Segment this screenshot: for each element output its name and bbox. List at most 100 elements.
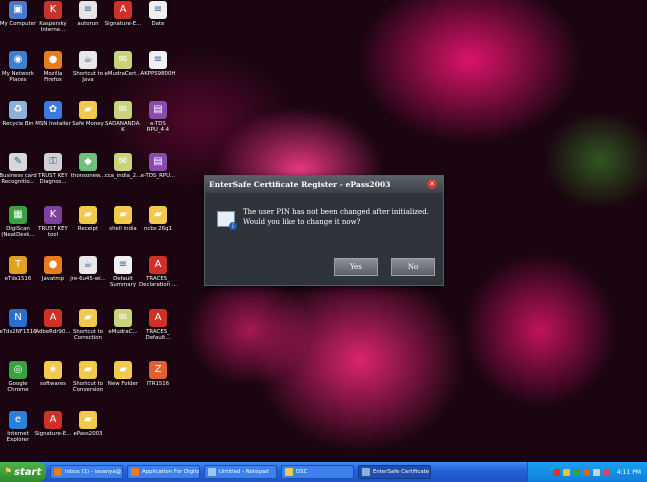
desktop-icon[interactable]: ▰ shell india	[105, 206, 141, 232]
shield-tray-icon[interactable]	[562, 468, 570, 476]
desktop-icon-label: Kaspersky Interne...	[39, 21, 67, 34]
desktop-icon[interactable]: ▦ DigiScan (NeatDesk...	[0, 206, 36, 239]
desktop-icon[interactable]: ♻ Recycle Bin	[0, 101, 36, 127]
certificate-icon: ✉	[114, 309, 132, 327]
windows-flag-icon: ⚑	[4, 467, 13, 477]
taskbar-button[interactable]: DSC	[281, 465, 354, 479]
desktop-icon[interactable]: ☕ Shortcut to Java	[70, 51, 106, 84]
taskbar-button-label: DSC	[296, 469, 308, 475]
desktop-icon[interactable]: ✉ SADANANDA.K	[105, 101, 141, 134]
desktop-icon[interactable]: ≡ Date	[140, 1, 176, 27]
desktop-icon-label: Javatmp	[41, 276, 65, 282]
tds-icon: T	[9, 256, 27, 274]
firefox-icon	[131, 468, 139, 476]
desktop-icon-label: e-TDS_RPU...	[140, 173, 176, 179]
desktop-icon[interactable]: K Kaspersky Interne...	[35, 1, 71, 34]
network-tray-icon[interactable]	[572, 468, 580, 476]
file-icon: ≡	[79, 1, 97, 19]
desktop-icon[interactable]: ★ softwares	[35, 361, 71, 387]
recycle-bin-icon: ♻	[9, 101, 27, 119]
desktop-icon-label: Google Chrome	[7, 381, 29, 394]
taskbar-button[interactable]: EnterSafe Certificate ...	[358, 465, 431, 479]
desktop-icon-label: eTds1516	[4, 276, 32, 282]
desktop-icon[interactable]: e Internet Explorer	[0, 411, 36, 444]
desktop-icon[interactable]: ≡ AKPPS9800H	[140, 51, 176, 77]
desktop-icon[interactable]: ▰ ePass2003	[70, 411, 106, 437]
desktop-icon[interactable]: ☕ jre-6u45-wi...	[70, 256, 106, 282]
desktop-icon[interactable]: ▰ Shortcut to Conversion	[70, 361, 106, 394]
desktop-icon-label: Shortcut to Correction	[72, 329, 104, 342]
desktop-icon[interactable]: ✉ eMudraC...	[105, 309, 141, 335]
pdf-icon: A	[149, 256, 167, 274]
update-tray-icon[interactable]	[582, 468, 590, 476]
desktop-icon[interactable]: ● Mozilla Firefox	[35, 51, 71, 84]
start-button[interactable]: ⚑ start	[0, 462, 46, 482]
desktop-icon[interactable]: ▤ e-TDS_RPU...	[140, 153, 176, 179]
desktop-icon[interactable]: TeTds1516	[0, 256, 36, 282]
desktop-icon[interactable]: NeTds2NF1516	[0, 309, 37, 335]
close-icon[interactable]: ✕	[427, 179, 437, 189]
adobe-reader-icon: A	[44, 309, 62, 327]
dialog-message: The user PIN has not been changed after …	[243, 208, 429, 226]
desktop-icon[interactable]: ✉ eMudraCert...	[105, 51, 141, 77]
desktop-icon[interactable]: ▰ Shortcut to Correction	[70, 309, 106, 342]
gem-icon: ◆	[79, 153, 97, 171]
certificate-icon: ✉	[114, 51, 132, 69]
firefox-icon: ●	[44, 51, 62, 69]
desktop-icon[interactable]: ✎ Business card Recognitio...	[0, 153, 37, 186]
desktop-icon[interactable]: A TRACES_ Declaration ...	[139, 256, 177, 289]
desktop-icon[interactable]: K TRUST KEY tool	[35, 206, 71, 239]
desktop-icon-label: jre-6u45-wi...	[70, 276, 106, 282]
desktop-icon[interactable]: ▤ e-TDS RPU_4.4	[140, 101, 176, 134]
taskbar-button[interactable]: Application For Digital...	[127, 465, 200, 479]
desktop-icon[interactable]: ✿ MSN Installer	[35, 101, 71, 127]
desktop-icon[interactable]: A Signature-E...	[35, 411, 71, 437]
desktop-icon[interactable]: ▰ Receipt	[70, 206, 106, 232]
desktop-icon[interactable]: A TRACES_ Default...	[140, 309, 176, 342]
desktop-icon[interactable]: ◎ Google Chrome	[0, 361, 36, 394]
desktop-icon-label: autorun	[77, 21, 99, 27]
msn-icon: ✿	[44, 101, 62, 119]
desktop-icon-label: thonsonew...	[70, 173, 106, 179]
desktop-icon-label: TRUST KEY Diagnos...	[38, 173, 68, 186]
entersafe-dialog: EnterSafe Certificate Register - ePass20…	[204, 175, 444, 286]
desktop-icon[interactable]: ▰ ncbs 26q1	[140, 206, 176, 232]
desktop-icon-label: Recycle Bin	[2, 121, 34, 127]
desktop-icon[interactable]: ≡ Default Summary	[105, 256, 141, 289]
desktop-icon[interactable]: ◉ My Network Places	[0, 51, 36, 84]
kaspersky-icon: K	[44, 1, 62, 19]
start-label: start	[14, 466, 42, 478]
desktop-icon-label: ncbs 26q1	[143, 226, 173, 232]
desktop-icon[interactable]: ▰ New Folder	[105, 361, 141, 387]
desktop-icon[interactable]: ≡ autorun	[70, 1, 106, 27]
no-button[interactable]: No	[391, 258, 435, 276]
desktop-icon[interactable]: A Signature-E...	[105, 1, 141, 27]
volume-tray-icon[interactable]	[592, 468, 600, 476]
taskbar: ⚑ start Inbox (1) - lavanya@... Applicati…	[0, 462, 647, 482]
desktop-icon-label: e-TDS RPU_4.4	[146, 121, 170, 134]
desktop-icon[interactable]: ✉ cca_india_2...	[105, 153, 141, 179]
desktop-icon[interactable]: ◆ thonsonew...	[70, 153, 106, 179]
tds-icon: N	[9, 309, 27, 327]
taskbar-button-label: Application For Digital...	[142, 469, 200, 475]
taskbar-button[interactable]: Untitled - Notepad	[204, 465, 277, 479]
desktop-icon[interactable]: A AdbeRdr90...	[35, 309, 71, 335]
dialog-titlebar[interactable]: EnterSafe Certificate Register - ePass20…	[205, 176, 443, 193]
desktop-icon[interactable]: ▣ My Computer	[0, 1, 36, 27]
desktop-icon-label: TRUST KEY tool	[38, 226, 68, 239]
key-icon: ⚿	[44, 153, 62, 171]
taskbar-button[interactable]: Inbox (1) - lavanya@...	[50, 465, 123, 479]
certificate-icon	[362, 468, 370, 476]
folder-icon	[285, 468, 293, 476]
certificate-icon: ✉	[114, 153, 132, 171]
java-icon: ☕	[79, 51, 97, 69]
desktop-icon[interactable]: ● Javatmp	[35, 256, 71, 282]
desktop-icon-label: ITR1516	[146, 381, 170, 387]
rar-icon: ▤	[149, 101, 167, 119]
security-tray-icon[interactable]	[602, 468, 610, 476]
desktop-icon[interactable]: ⚿ TRUST KEY Diagnos...	[35, 153, 71, 186]
desktop-icon[interactable]: Z ITR1516	[140, 361, 176, 387]
yes-button[interactable]: Yes	[334, 258, 378, 276]
desktop-icon[interactable]: ▰ Safe Money	[70, 101, 106, 127]
antivirus-tray-icon[interactable]	[552, 468, 560, 476]
